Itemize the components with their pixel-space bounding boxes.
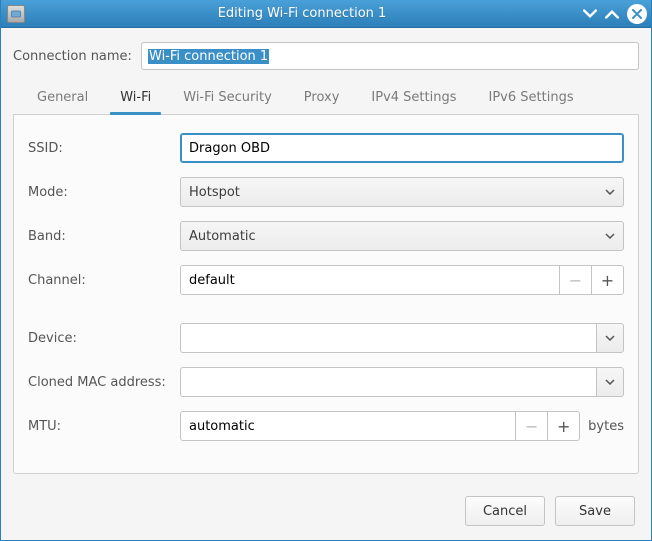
tab-proxy[interactable]: Proxy (288, 82, 356, 114)
ssid-row: SSID: (28, 133, 624, 163)
save-button[interactable]: Save (555, 496, 635, 526)
mtu-spin: − + (180, 411, 580, 441)
minus-icon: − (525, 417, 538, 436)
chevron-down-icon (583, 7, 597, 21)
connection-name-value: Wi-Fi connection 1 (148, 49, 269, 64)
dialog-footer: Cancel Save (1, 484, 651, 540)
device-dropdown-button[interactable] (596, 323, 624, 353)
cancel-button[interactable]: Cancel (465, 496, 545, 526)
mode-select[interactable]: Hotspot (180, 177, 624, 207)
ssid-input[interactable] (180, 133, 624, 163)
wifi-tab-content: SSID: Mode: Hotspot Band: Automatic (13, 115, 639, 474)
tab-wifi-security[interactable]: Wi-Fi Security (167, 82, 288, 114)
cloned-mac-combo (180, 367, 624, 397)
titlebar: Editing Wi-Fi connection 1 (1, 0, 651, 28)
channel-input[interactable] (180, 265, 560, 295)
mtu-label: MTU: (28, 419, 180, 434)
channel-label: Channel: (28, 273, 180, 288)
mode-value: Hotspot (189, 185, 240, 200)
caret-down-icon (605, 379, 615, 385)
tab-bar: General Wi-Fi Wi-Fi Security Proxy IPv4 … (13, 82, 639, 115)
mtu-increment[interactable]: + (548, 411, 580, 441)
channel-increment[interactable]: + (592, 265, 624, 295)
connection-name-row: Connection name: Wi-Fi connection 1 (13, 42, 639, 70)
channel-spin: − + (180, 265, 624, 295)
cloned-mac-row: Cloned MAC address: (28, 367, 624, 397)
maximize-button[interactable] (601, 3, 623, 25)
band-row: Band: Automatic (28, 221, 624, 251)
tab-general[interactable]: General (21, 82, 104, 114)
mtu-row: MTU: − + bytes (28, 411, 624, 441)
connection-name-label: Connection name: (13, 49, 141, 64)
mtu-input[interactable] (180, 411, 516, 441)
close-icon (632, 9, 642, 19)
ssid-label: SSID: (28, 141, 180, 156)
tab-ipv4[interactable]: IPv4 Settings (355, 82, 472, 114)
channel-decrement[interactable]: − (560, 265, 592, 295)
device-row: Device: (28, 323, 624, 353)
mode-label: Mode: (28, 185, 180, 200)
app-icon (7, 5, 25, 23)
plus-icon: + (557, 417, 570, 436)
band-label: Band: (28, 229, 180, 244)
connection-name-input[interactable]: Wi-Fi connection 1 (141, 42, 639, 70)
dialog-body: Connection name: Wi-Fi connection 1 Gene… (1, 28, 651, 484)
caret-down-icon (605, 233, 615, 239)
mtu-suffix: bytes (588, 419, 624, 434)
tab-ipv6[interactable]: IPv6 Settings (473, 82, 590, 114)
window: Editing Wi-Fi connection 1 Connection na… (0, 0, 652, 541)
window-title: Editing Wi-Fi connection 1 (25, 6, 579, 21)
band-value: Automatic (189, 229, 256, 244)
minus-icon: − (569, 271, 582, 290)
device-label: Device: (28, 331, 180, 346)
cloned-mac-input[interactable] (180, 367, 596, 397)
caret-down-icon (605, 335, 615, 341)
mtu-decrement[interactable]: − (516, 411, 548, 441)
device-combo (180, 323, 624, 353)
cloned-mac-label: Cloned MAC address: (28, 375, 180, 390)
close-button[interactable] (627, 4, 647, 24)
plus-icon: + (601, 271, 614, 290)
chevron-up-icon (605, 7, 619, 21)
device-input[interactable] (180, 323, 596, 353)
channel-row: Channel: − + (28, 265, 624, 295)
cloned-mac-dropdown-button[interactable] (596, 367, 624, 397)
band-select[interactable]: Automatic (180, 221, 624, 251)
tab-wifi[interactable]: Wi-Fi (104, 82, 167, 114)
mode-row: Mode: Hotspot (28, 177, 624, 207)
shade-button[interactable] (579, 3, 601, 25)
caret-down-icon (605, 189, 615, 195)
